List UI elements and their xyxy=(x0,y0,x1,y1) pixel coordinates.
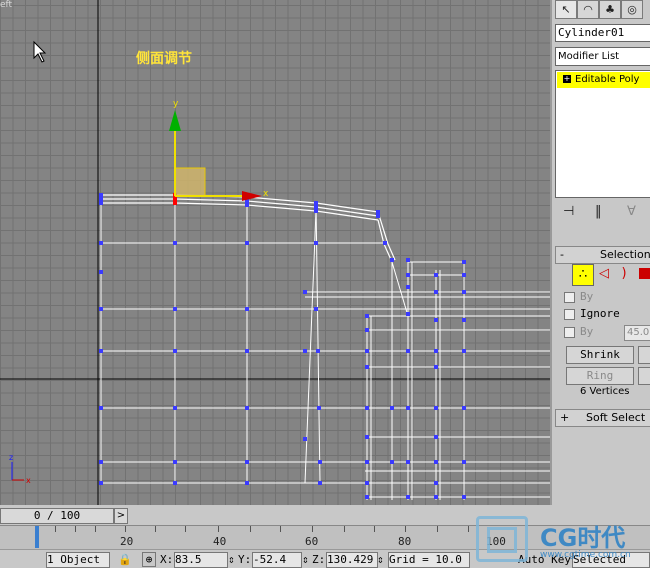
cg-logo-icon xyxy=(476,516,528,562)
rollout-title: Soft Select xyxy=(586,411,646,424)
next-frame-button[interactable]: > xyxy=(114,508,128,524)
ruler-number: 20 xyxy=(120,535,134,548)
motion-tab-icon[interactable]: ◎ xyxy=(621,0,643,19)
make-unique-icon[interactable]: ∀ xyxy=(627,204,636,219)
rollout-title: Selection xyxy=(600,248,650,261)
wireframe-mesh[interactable]: y x z x xyxy=(0,0,550,505)
watermark: CG时代 www.cgtime.com.cn xyxy=(472,512,650,567)
viewport-left[interactable]: eft y x z x 侧面调节 xyxy=(0,0,550,505)
absolute-mode-icon[interactable]: ⊕ xyxy=(142,552,156,567)
frame-slider[interactable]: 0 / 100 xyxy=(0,508,114,524)
axis-tripod-icon xyxy=(11,462,24,481)
border-mode-icon[interactable]: ) xyxy=(614,264,634,284)
watermark-url: www.cgtime.com.cn xyxy=(540,550,631,560)
selection-count: 1 Object xyxy=(46,552,110,568)
z-coord-field[interactable]: 130.429 xyxy=(326,552,378,568)
selection-status: 6 Vertices xyxy=(580,386,630,397)
gizmo-x-label: x xyxy=(263,189,269,199)
shrink-button[interactable]: Shrink xyxy=(566,346,634,364)
ring-button[interactable]: Ring xyxy=(566,367,634,385)
z-coord-label: Z: xyxy=(312,553,326,566)
x-coord-label: X: xyxy=(160,553,174,566)
z-spinner-icon[interactable]: ⇕ xyxy=(377,553,384,566)
show-end-result-icon[interactable]: ‖ xyxy=(595,204,602,219)
expand-icon: + xyxy=(560,411,570,424)
subobject-level-icons: ∴ ◁ ) xyxy=(572,264,650,286)
vertex-mode-icon[interactable]: ∴ xyxy=(572,264,594,286)
pin-stack-icon[interactable]: ⊣ xyxy=(563,204,574,219)
annotation-text: 侧面调节 xyxy=(136,51,192,67)
time-marker[interactable] xyxy=(35,526,39,548)
create-tab-icon[interactable]: ↖ xyxy=(555,0,577,19)
axis-x-label: x xyxy=(26,476,31,485)
soft-selection-rollout-header[interactable]: + Soft Select xyxy=(555,409,650,427)
stack-item-label: Editable Poly xyxy=(575,74,640,85)
ignore-backfacing-checkbox[interactable] xyxy=(564,309,575,320)
by-angle-label: By xyxy=(580,325,594,338)
wire-edge xyxy=(304,210,317,484)
ruler-number: 80 xyxy=(398,535,412,548)
collapse-icon: - xyxy=(560,248,564,261)
y-coord-field[interactable]: -52.4 xyxy=(252,552,302,568)
object-name-field[interactable]: Cylinder01 xyxy=(555,24,650,42)
by-angle-checkbox[interactable] xyxy=(564,327,575,338)
x-coord-field[interactable]: 83.5 xyxy=(174,552,228,568)
time-slider-bar: 0 / 100 > xyxy=(0,505,550,525)
stack-toolbar: ⊣ ‖ ∀ xyxy=(555,204,650,224)
ruler-number: 60 xyxy=(305,535,319,548)
command-panel-tabs: ↖ ◠ ♣ ◎ xyxy=(555,0,650,19)
expand-icon[interactable]: + xyxy=(563,75,571,83)
modify-tab-icon[interactable]: ◠ xyxy=(577,0,599,19)
grow-button[interactable] xyxy=(638,346,650,364)
by-vertex-label: By xyxy=(580,290,594,303)
ruler-number: 40 xyxy=(213,535,227,548)
edge-mode-icon[interactable]: ◁ xyxy=(594,264,614,284)
loop-button[interactable] xyxy=(638,367,650,385)
x-spinner-icon[interactable]: ⇕ xyxy=(228,553,235,566)
modifier-list-dropdown[interactable]: Modifier List xyxy=(555,47,650,66)
stack-item-editable-poly[interactable]: + Editable Poly xyxy=(557,72,650,88)
watermark-brand: CG时代 xyxy=(540,524,626,552)
y-spinner-icon[interactable]: ⇕ xyxy=(302,553,309,566)
axis-z-label: z xyxy=(9,453,13,462)
command-panel: ↖ ◠ ♣ ◎ Cylinder01 Modifier List + Editab… xyxy=(550,0,650,505)
grid-size: Grid = 10.0 xyxy=(388,552,470,568)
vertex-group[interactable] xyxy=(99,193,466,499)
by-vertex-checkbox[interactable] xyxy=(564,292,575,303)
ignore-backfacing-label: Ignore xyxy=(580,307,620,320)
gizmo-y-label: y xyxy=(173,99,179,109)
wire-edge xyxy=(377,211,396,261)
modifier-stack[interactable]: + Editable Poly xyxy=(555,70,650,198)
selection-rollout-header[interactable]: - Selection xyxy=(555,246,650,264)
polygon-mode-icon[interactable] xyxy=(634,264,650,284)
y-coord-label: Y: xyxy=(238,553,252,566)
hierarchy-tab-icon[interactable]: ♣ xyxy=(599,0,621,19)
mouse-cursor-icon xyxy=(33,40,47,63)
angle-spinner[interactable]: 45.0 xyxy=(624,325,650,341)
lock-selection-icon[interactable]: 🔒 xyxy=(118,553,132,566)
wire-edge xyxy=(391,261,409,317)
move-gizmo[interactable] xyxy=(169,110,262,201)
